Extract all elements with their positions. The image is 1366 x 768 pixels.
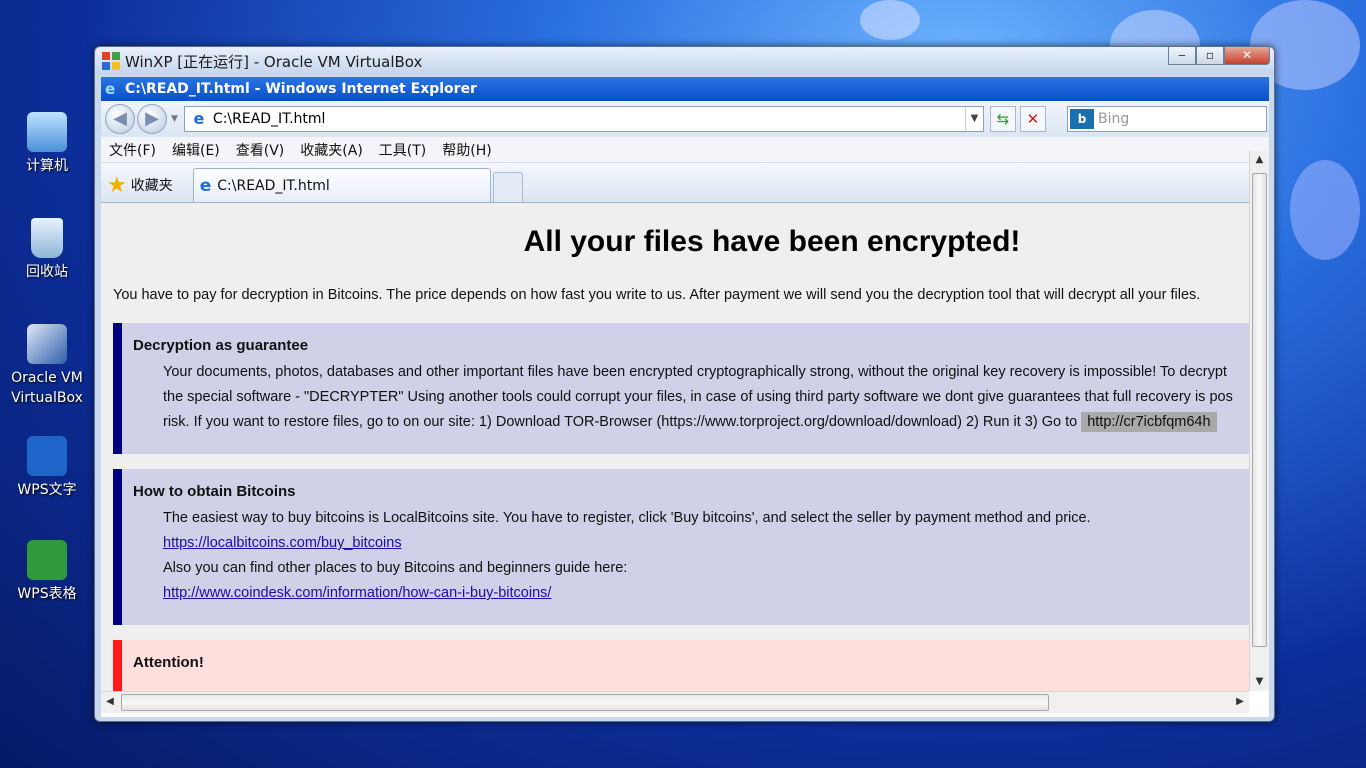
- ie-title: C:\READ_IT.html - Windows Internet Explo…: [125, 81, 477, 97]
- wps-spreadsheet-icon: [27, 540, 67, 580]
- page-content: All your files have been encrypted! You …: [101, 203, 1249, 691]
- guarantee-section: Decryption as guarantee Your documents, …: [113, 323, 1249, 454]
- scroll-thumb[interactable]: [1252, 173, 1267, 647]
- scroll-down-icon[interactable]: ▼: [1250, 673, 1269, 691]
- bing-icon: b: [1070, 109, 1094, 129]
- scroll-left-icon[interactable]: ◀: [101, 692, 119, 712]
- guarantee-title: Decryption as guarantee: [133, 337, 309, 354]
- close-button[interactable]: ✕: [1224, 47, 1270, 65]
- coindesk-link[interactable]: http://www.coindesk.com/information/how-…: [163, 585, 551, 601]
- menu-view[interactable]: 查看(V): [236, 140, 285, 160]
- minimize-button[interactable]: ‒: [1168, 47, 1196, 65]
- menu-bar: 文件(F) 编辑(E) 查看(V) 收藏夹(A) 工具(T) 帮助(H): [101, 137, 1269, 163]
- ie-title-bar[interactable]: e C:\READ_IT.html - Windows Internet Exp…: [101, 77, 1269, 101]
- vertical-scrollbar[interactable]: ▲ ▼: [1249, 151, 1269, 691]
- desktop-icon-label: WPS表格: [17, 586, 77, 602]
- refresh-button[interactable]: ⇆: [989, 106, 1016, 132]
- attention-title: Attention!: [133, 654, 204, 671]
- desktop-icon-label: WPS文字: [17, 482, 77, 498]
- forward-button[interactable]: ▶: [137, 104, 167, 134]
- bitcoins-section: How to obtain Bitcoins The easiest way t…: [113, 469, 1249, 625]
- guest-screen: e C:\READ_IT.html - Windows Internet Exp…: [101, 77, 1269, 717]
- scroll-thumb[interactable]: [121, 694, 1049, 711]
- desktop-icon-wps-spreadsheet[interactable]: WPS表格: [4, 540, 90, 604]
- star-icon: ★: [107, 172, 127, 198]
- bitcoins-line: Also you can find other places to buy Bi…: [163, 560, 628, 576]
- guarantee-line: Your documents, photos, databases and ot…: [163, 364, 1227, 380]
- address-text: C:\READ_IT.html: [212, 111, 326, 127]
- guarantee-line: risk. If you want to restore files, go t…: [133, 410, 1249, 435]
- virtualbox-title: WinXP [正在运行] - Oracle VM VirtualBox: [125, 52, 423, 71]
- window-controls: ‒ ▫ ✕: [1168, 47, 1270, 65]
- menu-file[interactable]: 文件(F): [109, 140, 156, 160]
- favorites-tab-bar: ★ 收藏夹 e C:\READ_IT.html: [101, 163, 1269, 203]
- bitcoins-title: How to obtain Bitcoins: [133, 483, 296, 500]
- horizontal-scrollbar[interactable]: ◀ ▶: [101, 691, 1249, 713]
- virtualbox-window: WinXP [正在运行] - Oracle VM VirtualBox ‒ ▫ …: [94, 46, 1275, 722]
- scroll-up-icon[interactable]: ▲: [1250, 151, 1269, 169]
- virtualbox-icon: [27, 324, 67, 364]
- guarantee-line: the special software - "DECRYPTER" Using…: [163, 389, 1233, 405]
- computer-icon: [27, 112, 67, 152]
- new-tab-button[interactable]: [492, 172, 523, 202]
- tab-label: C:\READ_IT.html: [217, 177, 330, 194]
- menu-tools[interactable]: 工具(T): [379, 140, 426, 160]
- restore-button[interactable]: ▫: [1196, 47, 1224, 65]
- ie-icon: e: [105, 80, 116, 98]
- search-placeholder: Bing: [1098, 111, 1130, 127]
- address-dropdown-icon[interactable]: ▼: [964, 107, 983, 131]
- menu-edit[interactable]: 编辑(E): [172, 140, 220, 160]
- bitcoins-link-row: https://localbitcoins.com/buy_bitcoins: [133, 531, 1249, 556]
- bitcoins-line: The easiest way to buy bitcoins is Local…: [163, 510, 1091, 526]
- desktop-icon-label: 计算机: [26, 158, 68, 174]
- recent-pages-dropdown[interactable]: ▼: [171, 114, 178, 124]
- virtualbox-title-bar[interactable]: WinXP [正在运行] - Oracle VM VirtualBox: [95, 47, 1274, 75]
- intro-text: You have to pay for decryption in Bitcoi…: [113, 287, 1201, 303]
- wps-writer-icon: [27, 436, 67, 476]
- search-input[interactable]: b Bing: [1067, 106, 1267, 132]
- guarantee-line-text: risk. If you want to restore files, go t…: [163, 414, 1078, 430]
- desktop-icon-recycle-bin[interactable]: 回收站: [4, 218, 90, 282]
- desktop-icon-computer[interactable]: 计算机: [4, 112, 90, 176]
- scroll-right-icon[interactable]: ▶: [1231, 692, 1249, 712]
- stop-button[interactable]: ✕: [1019, 106, 1046, 132]
- desktop-icon-label: Oracle VM VirtualBox: [11, 370, 83, 406]
- onion-url[interactable]: http://cr7icbfqm64h: [1081, 412, 1217, 432]
- favorites-button[interactable]: ★ 收藏夹: [107, 168, 173, 202]
- address-bar[interactable]: e C:\READ_IT.html ▼: [183, 106, 984, 132]
- menu-favorites[interactable]: 收藏夹(A): [300, 140, 363, 160]
- address-row: ◀ ▶ ▼ e C:\READ_IT.html ▼ ⇆ ✕ b Bing: [101, 101, 1269, 137]
- desktop-icon-label: 回收站: [26, 264, 68, 280]
- ransom-heading: All your files have been encrypted!: [523, 225, 1021, 258]
- back-button[interactable]: ◀: [105, 104, 135, 134]
- bitcoins-link-row: http://www.coindesk.com/information/how-…: [133, 581, 1249, 606]
- desktop-icon-virtualbox[interactable]: Oracle VM VirtualBox: [4, 324, 90, 408]
- tab-current-page[interactable]: e C:\READ_IT.html: [192, 168, 491, 202]
- menu-help[interactable]: 帮助(H): [442, 140, 491, 160]
- attention-section: Attention!: [113, 640, 1249, 691]
- windows-xp-icon: [102, 52, 120, 70]
- localbitcoins-link[interactable]: https://localbitcoins.com/buy_bitcoins: [163, 535, 402, 551]
- page-icon: e: [193, 109, 205, 128]
- favorites-label: 收藏夹: [130, 178, 173, 194]
- recycle-bin-icon: [31, 218, 63, 258]
- ie-icon: e: [199, 175, 212, 196]
- desktop-icon-wps-writer[interactable]: WPS文字: [4, 436, 90, 500]
